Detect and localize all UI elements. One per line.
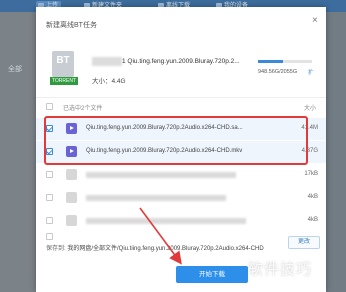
watermark-text: 软件技巧 — [248, 261, 313, 278]
annotation-arrow-icon — [139, 207, 182, 265]
